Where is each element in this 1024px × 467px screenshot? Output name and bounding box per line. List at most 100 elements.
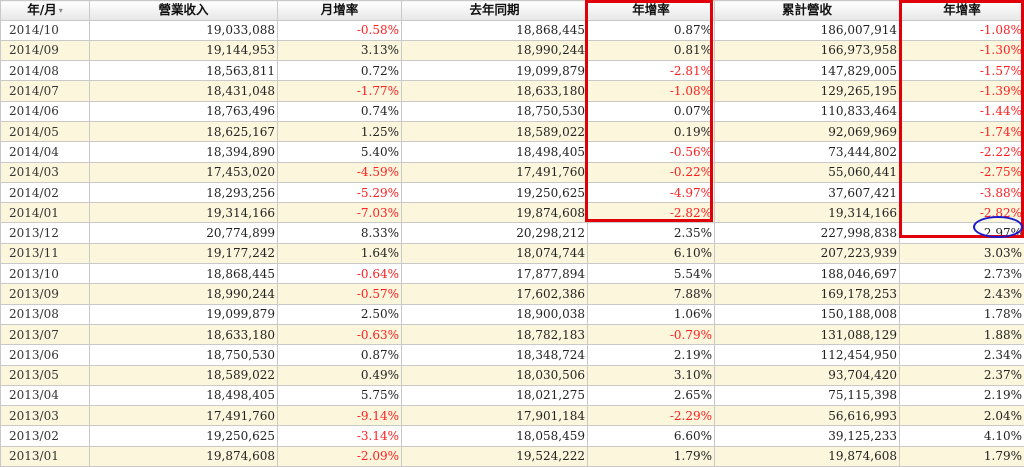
cell-month: 2013/08 <box>1 304 90 324</box>
cell-cumulative: 207,223,939 <box>715 243 900 263</box>
cell-mom: 5.40% <box>278 142 402 162</box>
cell-mom: -5.29% <box>278 182 402 202</box>
table-row: 2013/0317,491,760-9.14%17,901,184-2.29%5… <box>1 406 1024 426</box>
cell-revenue: 19,874,608 <box>90 446 278 466</box>
cell-month: 2013/06 <box>1 345 90 365</box>
col-header-cumulative[interactable]: 累計營收 <box>715 1 900 21</box>
cell-month: 2013/12 <box>1 223 90 243</box>
cell-yoy: -2.29% <box>588 406 715 426</box>
cell-cum-yoy: 1.78% <box>900 304 1024 324</box>
cell-month: 2014/09 <box>1 40 90 60</box>
cell-mom: 2.50% <box>278 304 402 324</box>
cell-cum-yoy: 2.73% <box>900 264 1024 284</box>
cell-prev-year: 18,750,530 <box>402 101 588 121</box>
cell-cumulative: 112,454,950 <box>715 345 900 365</box>
cell-yoy: 2.35% <box>588 223 715 243</box>
cell-cum-yoy: 2.97% <box>900 223 1024 243</box>
cell-mom: 0.72% <box>278 61 402 81</box>
cell-cum-yoy: 4.10% <box>900 426 1024 446</box>
cell-mom: 1.25% <box>278 121 402 141</box>
cell-revenue: 20,774,899 <box>90 223 278 243</box>
cell-revenue: 18,498,405 <box>90 385 278 405</box>
cell-prev-year: 18,782,183 <box>402 324 588 344</box>
cell-month: 2014/02 <box>1 182 90 202</box>
cell-month: 2013/11 <box>1 243 90 263</box>
cell-prev-year: 18,589,022 <box>402 121 588 141</box>
cell-yoy: -4.97% <box>588 182 715 202</box>
col-header-cum-yoy[interactable]: 年增率 <box>900 1 1024 21</box>
cell-cumulative: 19,874,608 <box>715 446 900 466</box>
cell-prev-year: 18,633,180 <box>402 81 588 101</box>
cell-yoy: 2.65% <box>588 385 715 405</box>
table-body: 2014/1019,033,088-0.58%18,868,4450.87%18… <box>1 20 1024 467</box>
cell-month: 2014/10 <box>1 20 90 40</box>
cell-month: 2014/04 <box>1 142 90 162</box>
cell-yoy: -0.79% <box>588 324 715 344</box>
table-row: 2013/0119,874,608-2.09%19,524,2221.79%19… <box>1 446 1024 466</box>
cell-yoy: 0.07% <box>588 101 715 121</box>
cell-yoy: 0.81% <box>588 40 715 60</box>
cell-revenue: 18,633,180 <box>90 324 278 344</box>
cell-cum-yoy: -3.88% <box>900 182 1024 202</box>
table-row: 2014/0618,763,4960.74%18,750,5300.07%110… <box>1 101 1024 121</box>
cell-revenue: 19,250,625 <box>90 426 278 446</box>
cell-yoy: -1.08% <box>588 81 715 101</box>
cell-revenue: 18,293,256 <box>90 182 278 202</box>
cell-yoy: -2.81% <box>588 61 715 81</box>
cell-cum-yoy: 3.03% <box>900 243 1024 263</box>
cell-prev-year: 19,874,608 <box>402 203 588 223</box>
cell-cum-yoy: -1.08% <box>900 20 1024 40</box>
cell-yoy: 7.88% <box>588 284 715 304</box>
cell-revenue: 18,750,530 <box>90 345 278 365</box>
cell-yoy: 6.60% <box>588 426 715 446</box>
cell-prev-year: 18,348,724 <box>402 345 588 365</box>
cell-yoy: -0.22% <box>588 162 715 182</box>
cell-revenue: 19,099,879 <box>90 304 278 324</box>
cell-prev-year: 17,602,386 <box>402 284 588 304</box>
cell-cum-yoy: -1.74% <box>900 121 1024 141</box>
cell-revenue: 19,177,242 <box>90 243 278 263</box>
cell-mom: 3.13% <box>278 40 402 60</box>
table-row: 2013/0918,990,244-0.57%17,602,3867.88%16… <box>1 284 1024 304</box>
cell-cumulative: 169,178,253 <box>715 284 900 304</box>
cell-cum-yoy: 2.43% <box>900 284 1024 304</box>
cell-month: 2014/03 <box>1 162 90 182</box>
sort-arrows-icon[interactable]: ▾ <box>59 6 63 15</box>
cell-month: 2014/05 <box>1 121 90 141</box>
cell-yoy: 6.10% <box>588 243 715 263</box>
cell-cumulative: 93,704,420 <box>715 365 900 385</box>
cell-month: 2013/01 <box>1 446 90 466</box>
col-header-revenue[interactable]: 營業收入 <box>90 1 278 21</box>
cell-mom: -1.77% <box>278 81 402 101</box>
cell-prev-year: 19,099,879 <box>402 61 588 81</box>
cell-mom: 0.49% <box>278 365 402 385</box>
cell-prev-year: 17,491,760 <box>402 162 588 182</box>
table-row: 2014/0119,314,166-7.03%19,874,608-2.82%1… <box>1 203 1024 223</box>
cell-yoy: 0.19% <box>588 121 715 141</box>
cell-prev-year: 18,498,405 <box>402 142 588 162</box>
cell-month: 2013/10 <box>1 264 90 284</box>
cell-cum-yoy: -1.39% <box>900 81 1024 101</box>
cell-cumulative: 227,998,838 <box>715 223 900 243</box>
col-header-mom[interactable]: 月增率 <box>278 1 402 21</box>
cell-cumulative: 39,125,233 <box>715 426 900 446</box>
cell-prev-year: 18,021,275 <box>402 385 588 405</box>
revenue-table: 年/月▾ 營業收入 月增率 去年同期 年增率 累計營收 年增率 2014/101… <box>0 0 1024 467</box>
cell-revenue: 18,589,022 <box>90 365 278 385</box>
col-header-yoy[interactable]: 年增率 <box>588 1 715 21</box>
col-header-prev-year[interactable]: 去年同期 <box>402 1 588 21</box>
cell-cumulative: 166,973,958 <box>715 40 900 60</box>
cell-revenue: 18,763,496 <box>90 101 278 121</box>
cell-month: 2013/05 <box>1 365 90 385</box>
col-header-month[interactable]: 年/月▾ <box>1 1 90 21</box>
table-row: 2013/0618,750,5300.87%18,348,7242.19%112… <box>1 345 1024 365</box>
cell-yoy: 3.10% <box>588 365 715 385</box>
table-row: 2014/0218,293,256-5.29%19,250,625-4.97%3… <box>1 182 1024 202</box>
cell-mom: -7.03% <box>278 203 402 223</box>
cell-cumulative: 110,833,464 <box>715 101 900 121</box>
cell-yoy: 2.19% <box>588 345 715 365</box>
cell-cum-yoy: -2.75% <box>900 162 1024 182</box>
cell-mom: -0.63% <box>278 324 402 344</box>
table-row: 2013/0718,633,180-0.63%18,782,183-0.79%1… <box>1 324 1024 344</box>
cell-month: 2014/06 <box>1 101 90 121</box>
